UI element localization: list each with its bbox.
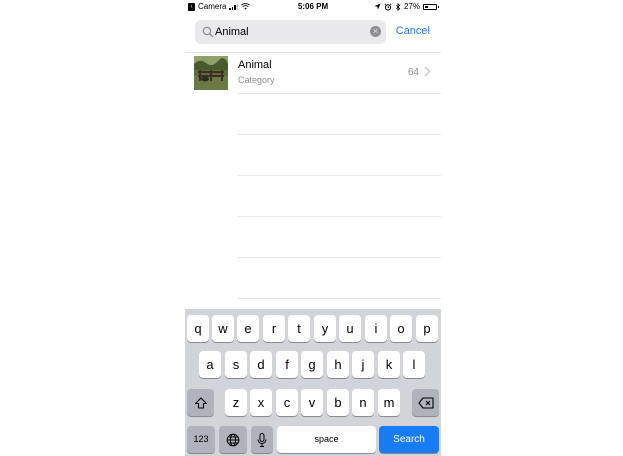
keyboard: q w e r t y u i o p a s d f g h j k l z … <box>185 309 441 456</box>
battery-fill <box>425 5 428 8</box>
key-e[interactable]: e <box>237 315 259 342</box>
key-z[interactable]: z <box>225 389 247 416</box>
key-m[interactable]: m <box>378 389 400 416</box>
key-r[interactable]: r <box>263 315 285 342</box>
shift-key[interactable] <box>187 389 214 416</box>
search-key[interactable]: Search <box>379 426 439 453</box>
result-subtitle: Category <box>238 75 275 85</box>
list-separator <box>238 93 441 94</box>
alarm-icon <box>384 3 392 11</box>
phone-screen: ‹ Camera 5:06 PM 27% Animal × Cancel Ani… <box>185 0 441 456</box>
numbers-key[interactable]: 123 <box>187 426 215 453</box>
key-o[interactable]: o <box>390 315 412 342</box>
cancel-button[interactable]: Cancel <box>396 25 430 37</box>
search-icon <box>202 26 214 38</box>
chevron-right-icon <box>424 66 431 77</box>
delete-icon <box>417 396 434 409</box>
search-input[interactable] <box>215 23 365 41</box>
key-k[interactable]: k <box>378 351 400 378</box>
key-h[interactable]: h <box>327 351 349 378</box>
list-separator <box>238 298 441 299</box>
key-q[interactable]: q <box>187 315 209 342</box>
mic-icon <box>257 432 267 447</box>
key-w[interactable]: w <box>212 315 234 342</box>
key-x[interactable]: x <box>250 389 272 416</box>
delete-key[interactable] <box>412 389 439 416</box>
key-a[interactable]: a <box>199 351 221 378</box>
key-g[interactable]: g <box>301 351 323 378</box>
space-key[interactable]: space <box>277 426 376 453</box>
key-j[interactable]: j <box>352 351 374 378</box>
key-y[interactable]: y <box>314 315 336 342</box>
list-separator <box>238 216 441 217</box>
key-p[interactable]: p <box>416 315 438 342</box>
key-b[interactable]: b <box>327 389 349 416</box>
result-item[interactable]: Animal Category 64 <box>185 53 441 93</box>
clear-icon[interactable]: × <box>370 26 381 37</box>
search-field[interactable]: × <box>195 20 386 44</box>
key-c[interactable]: c <box>276 389 298 416</box>
status-bar: ‹ Camera 5:06 PM 27% <box>185 0 441 14</box>
key-s[interactable]: s <box>225 351 247 378</box>
list-separator <box>238 134 441 135</box>
key-v[interactable]: v <box>301 389 323 416</box>
key-t[interactable]: t <box>288 315 310 342</box>
shift-icon <box>194 396 207 409</box>
key-n[interactable]: n <box>352 389 374 416</box>
result-count: 64 <box>407 67 419 78</box>
globe-key[interactable] <box>219 426 247 453</box>
bluetooth-icon <box>396 2 401 11</box>
key-i[interactable]: i <box>365 315 387 342</box>
location-icon <box>374 3 381 10</box>
status-right: 27% <box>374 2 439 11</box>
mic-key[interactable] <box>251 426 273 453</box>
result-thumbnail <box>194 56 228 90</box>
key-l[interactable]: l <box>403 351 425 378</box>
search-bar-row: × Cancel <box>185 14 441 53</box>
globe-icon <box>226 433 240 446</box>
battery-percent: 27% <box>403 2 420 11</box>
key-f[interactable]: f <box>276 351 298 378</box>
list-separator <box>238 257 441 258</box>
result-title: Animal <box>238 59 272 71</box>
list-separator <box>238 175 441 176</box>
key-d[interactable]: d <box>250 351 272 378</box>
key-u[interactable]: u <box>339 315 361 342</box>
battery-icon <box>423 3 439 10</box>
